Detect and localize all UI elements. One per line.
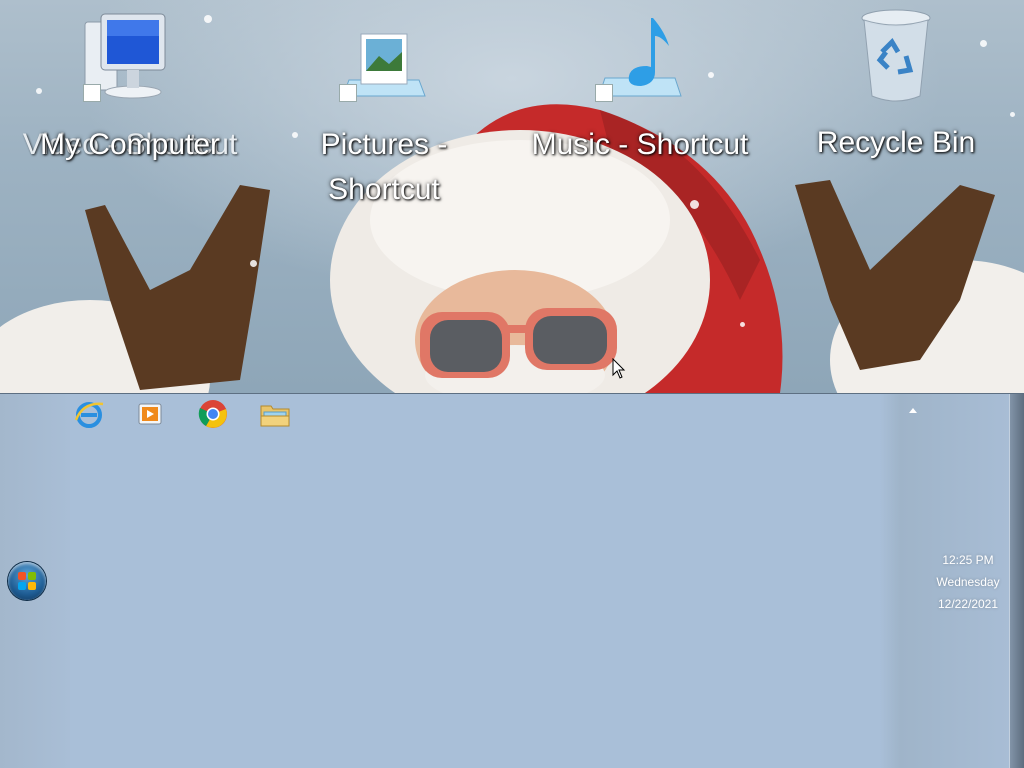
desktop-icon-my-computer[interactable]: Video - Shortcut My Computer bbox=[23, 10, 237, 180]
clock-time: 12:25 PM bbox=[942, 553, 994, 567]
shortcut-arrow-icon bbox=[595, 84, 613, 102]
clock-day: Wednesday bbox=[936, 575, 1000, 589]
taskbar-pinned-chrome[interactable] bbox=[197, 398, 229, 430]
taskbar-pinned-file-explorer[interactable] bbox=[259, 398, 291, 430]
desktop-icon-label: Music - Shortcut bbox=[531, 128, 749, 161]
desktop-icon-label: Recycle Bin bbox=[816, 126, 976, 159]
taskbar: 12:25 PM Wednesday 12/22/2021 bbox=[0, 393, 1024, 768]
desktop-icon-label: My Computer bbox=[39, 128, 221, 161]
start-button[interactable] bbox=[8, 562, 46, 600]
taskbar-pinned-media-player[interactable] bbox=[135, 398, 167, 430]
desktop-icon-recycle-bin[interactable]: Recycle Bin bbox=[811, 8, 981, 178]
recycle-bin-icon bbox=[858, 8, 934, 109]
show-hidden-icons-button[interactable] bbox=[909, 408, 917, 413]
file-explorer-icon bbox=[260, 405, 290, 427]
chrome-icon bbox=[198, 400, 227, 428]
desktop-icon-label: Pictures - Shortcut bbox=[320, 128, 448, 206]
internet-explorer-icon bbox=[74, 402, 104, 428]
shortcut-arrow-icon bbox=[339, 84, 357, 102]
desktop[interactable]: Video - Shortcut My Computer Pictures - … bbox=[0, 0, 1024, 393]
media-player-icon bbox=[138, 403, 162, 425]
desktop-icon-music-shortcut[interactable]: Music - Shortcut bbox=[532, 10, 748, 180]
taskbar-clock[interactable]: 12:25 PM Wednesday 12/22/2021 bbox=[920, 549, 1016, 615]
show-desktop-button[interactable] bbox=[1009, 394, 1024, 768]
taskbar-pinned-internet-explorer[interactable] bbox=[73, 398, 105, 430]
desktop-icon-pictures-shortcut[interactable]: Pictures - Shortcut bbox=[299, 10, 469, 206]
clock-date: 12/22/2021 bbox=[937, 597, 999, 611]
shortcut-arrow-icon bbox=[83, 84, 101, 102]
mouse-cursor-icon bbox=[612, 358, 626, 379]
